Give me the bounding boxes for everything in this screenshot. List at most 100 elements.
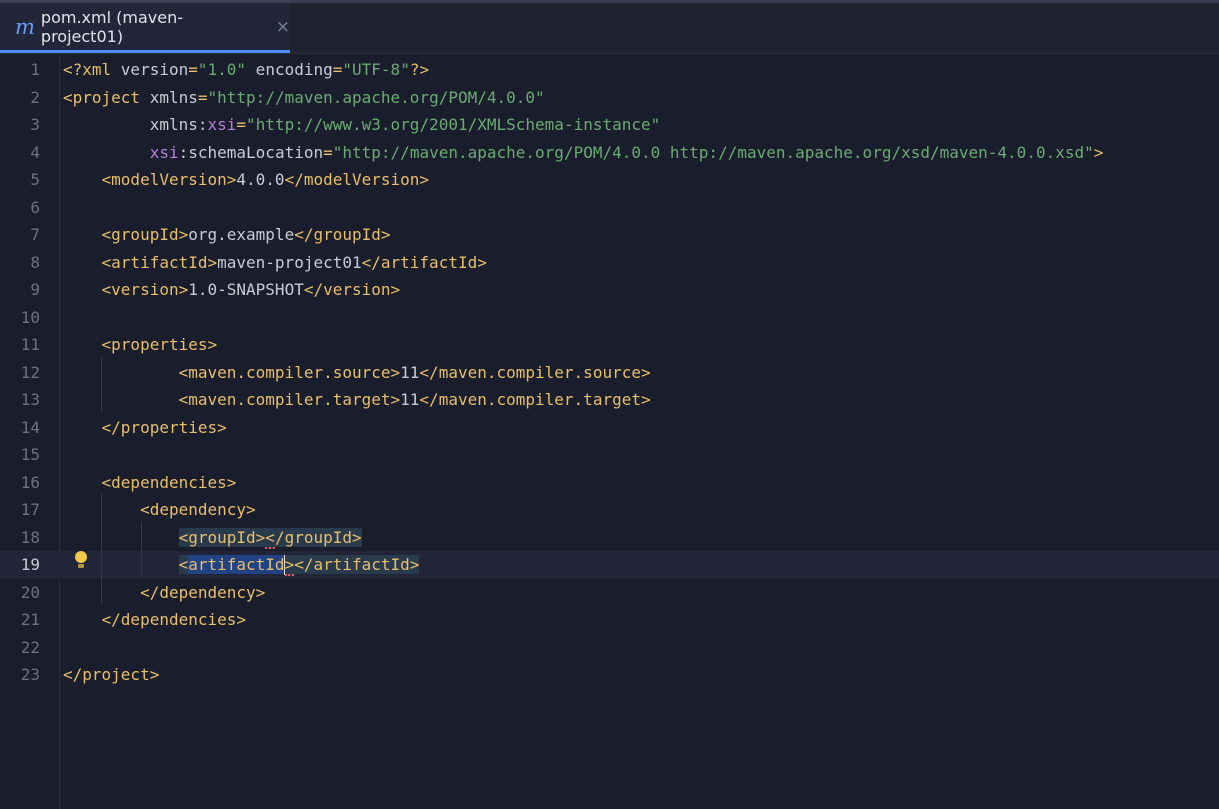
code-token: = — [236, 115, 247, 135]
lightbulb-icon[interactable] — [73, 550, 89, 570]
code-token: /groupId> — [274, 527, 362, 547]
code-token: "http://maven.apache.org/POM/4.0.0" — [207, 87, 545, 107]
line-number: 20 — [20, 582, 40, 602]
line-number: 17 — [20, 500, 40, 520]
line-number: 14 — [20, 417, 40, 437]
code-text: xmlns:xsi="http://www.w3.org/2001/XMLSch… — [63, 115, 661, 135]
code-token: "http://www.w3.org/2001/XMLSchema-instan… — [246, 115, 661, 135]
code-line[interactable]: 19 <artifactId></artifactId> — [0, 551, 1219, 579]
line-number: 19 — [20, 555, 40, 575]
code-token: > — [284, 554, 295, 576]
code-token: </groupId> — [294, 225, 391, 245]
code-token: </properties> — [101, 417, 227, 437]
indent-guide — [101, 357, 102, 412]
code-token: <artifactId> — [101, 252, 218, 272]
line-number: 5 — [30, 170, 40, 190]
code-line[interactable]: 17 <dependency> — [0, 496, 1219, 524]
line-number: 23 — [20, 665, 40, 685]
code-line[interactable]: 9 <version>1.0-SNAPSHOT</version> — [0, 276, 1219, 304]
code-line[interactable]: 16 <dependencies> — [0, 469, 1219, 497]
code-line[interactable]: 2 <project xmlns="http://maven.apache.org… — [0, 84, 1219, 112]
code-token: </dependencies> — [101, 610, 247, 630]
code-text: <project xmlns="http://maven.apache.org/… — [63, 88, 545, 107]
code-line[interactable]: 13 <maven.compiler.target>11</maven.comp… — [0, 386, 1219, 414]
code-line[interactable]: 7 <groupId>org.example</groupId> — [0, 221, 1219, 249]
code-line[interactable]: 18 <groupId></groupId> — [0, 524, 1219, 552]
code-token: <version> — [101, 280, 189, 300]
code-text: </dependencies> — [63, 610, 247, 630]
code-text: <artifactId>maven-project01</artifactId> — [63, 253, 487, 272]
line-number: 9 — [30, 280, 40, 300]
maven-icon: m — [15, 14, 35, 39]
code-token: org.example — [188, 225, 295, 245]
code-token: </modelVersion> — [284, 170, 430, 190]
code-line[interactable]: 1 <?xml version="1.0" encoding="UTF-8"?> — [0, 56, 1219, 84]
code-token: </maven.compiler.target> — [419, 390, 651, 410]
code-token: xsi — [149, 142, 179, 162]
indent-guide — [141, 522, 142, 577]
line-number: 1 — [30, 60, 40, 80]
code-token: "1.0" — [197, 60, 247, 80]
code-token: "UTF-8" — [342, 60, 410, 80]
indent-guide — [101, 494, 102, 604]
line-number: 15 — [20, 445, 40, 465]
code-line[interactable]: 23 </project> — [0, 661, 1219, 689]
tab-pom-xml[interactable]: m pom.xml (maven-project01) × — [0, 3, 290, 53]
code-token: > — [1093, 142, 1104, 162]
code-token: = — [323, 142, 333, 162]
code-token: = — [188, 60, 198, 80]
code-editor[interactable]: 1 <?xml version="1.0" encoding="UTF-8"?> 2… — [0, 54, 1219, 809]
code-token: = — [332, 60, 343, 80]
code-token: <maven.compiler.source> — [178, 362, 401, 382]
code-text: <dependencies> — [63, 472, 237, 492]
code-text: <maven.compiler.target>11</maven.compile… — [63, 390, 651, 409]
code-token: </maven.compiler.source> — [419, 362, 651, 382]
line-number: 3 — [30, 115, 40, 135]
code-line[interactable]: 4 xsi:schemaLocation="http://maven.apach… — [0, 139, 1219, 167]
code-line[interactable]: 20 </dependency> — [0, 579, 1219, 607]
code-line[interactable]: 14 </properties> — [0, 414, 1219, 442]
line-number: 8 — [30, 252, 40, 272]
code-line[interactable]: 22 — [0, 634, 1219, 662]
code-line[interactable]: 12 <maven.compiler.source>11</maven.comp… — [0, 359, 1219, 387]
close-icon[interactable]: × — [276, 17, 290, 37]
line-number: 21 — [20, 610, 40, 630]
line-number: 11 — [20, 335, 40, 355]
code-line[interactable]: 10 — [0, 304, 1219, 332]
code-token: <modelVersion> — [101, 170, 237, 190]
code-text: <maven.compiler.source>11</maven.compile… — [63, 363, 651, 382]
code-line[interactable]: 5 <modelVersion>4.0.0</modelVersion> — [0, 166, 1219, 194]
code-line[interactable]: 3 xmlns:xsi="http://www.w3.org/2001/XMLS… — [0, 111, 1219, 139]
code-line[interactable]: 15 — [0, 441, 1219, 469]
code-token: </artifactId> — [361, 252, 487, 272]
code-token: <dependencies> — [101, 472, 237, 492]
line-number: 7 — [30, 225, 40, 245]
code-text: xsi:schemaLocation="http://maven.apache.… — [63, 142, 1104, 162]
code-text: </dependency> — [63, 583, 265, 602]
code-text: </properties> — [63, 418, 227, 437]
line-number: 6 — [30, 197, 40, 217]
code-line[interactable]: 6 — [0, 194, 1219, 222]
code-token: </version> — [303, 280, 401, 300]
code-token: version — [120, 60, 189, 80]
tab-title: pom.xml (maven-project01) — [40, 7, 183, 46]
code-token: 4.0.0 — [236, 170, 285, 190]
code-text: <groupId></groupId> — [63, 527, 362, 549]
code-token: </project> — [63, 665, 160, 685]
code-token: <properties> — [101, 335, 218, 355]
code-token: < — [265, 527, 275, 549]
code-line[interactable]: 8 <artifactId>maven-project01</artifactI… — [0, 249, 1219, 277]
code-line[interactable]: 21 </dependencies> — [0, 606, 1219, 634]
code-token: xsi — [207, 115, 237, 135]
code-line[interactable]: 11 <properties> — [0, 331, 1219, 359]
code-token: 11 — [400, 362, 420, 382]
